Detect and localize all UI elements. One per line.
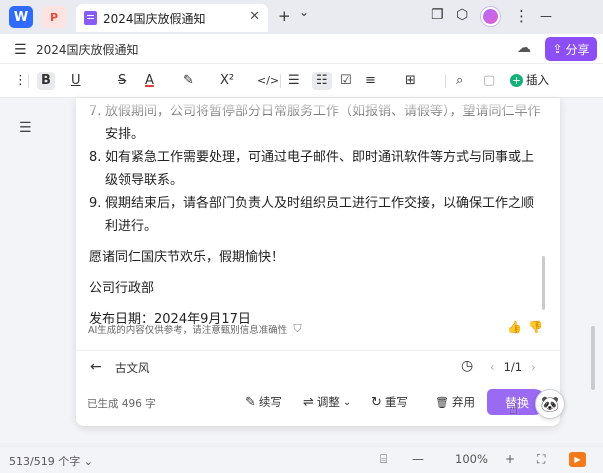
- status-bar: 513/519 个字 ⌄ ⌸ — 100% + ⛶ ▶: [0, 447, 603, 473]
- list-number: 9.: [89, 196, 102, 211]
- close-tab-icon[interactable]: ✕: [249, 9, 260, 24]
- panel-scrollbar[interactable]: [542, 256, 545, 310]
- word-count[interactable]: 513/519 个字 ⌄: [9, 453, 93, 469]
- top-fade: [76, 98, 560, 126]
- table-of-contents-icon[interactable]: ☰: [19, 120, 32, 136]
- ordered-list-button[interactable]: ☷: [312, 72, 332, 90]
- continue-writing-button[interactable]: ✎ 续写: [245, 394, 282, 410]
- wps-app-icon[interactable]: W: [9, 6, 33, 28]
- highlight-button[interactable]: ✎: [183, 72, 194, 90]
- checkbox-button[interactable]: ☑: [340, 72, 352, 90]
- document-body[interactable]: 7. 放假期间，公司将暂停部分日常服务工作（如报销、请假等），望请同仁早作安排。…: [89, 100, 543, 331]
- continue-label: 续写: [258, 395, 282, 409]
- bullet-list-button[interactable]: ☰: [288, 72, 300, 90]
- cloud-sync-icon[interactable]: ☁: [517, 40, 531, 56]
- formatting-toolbar: ⋮ B U S̶ A ✎ X² </> ☰ ☷ ☑ ≡ ⊞ ⌕ ▢ + 插入: [0, 64, 603, 98]
- underline-button[interactable]: U: [71, 72, 81, 90]
- thumbs-up-icon[interactable]: 👍: [507, 320, 522, 334]
- list-item: 8. 如有紧急工作需要处理，可通过电子邮件、即时通讯软件等方式与同事或上级领导联…: [89, 146, 543, 192]
- ai-assistant-mascot-icon[interactable]: 🐼: [535, 389, 565, 419]
- zoom-out-icon[interactable]: —: [412, 452, 424, 466]
- search-icon[interactable]: ⌕: [456, 72, 463, 90]
- layout-icon[interactable]: ⌸: [380, 452, 387, 467]
- list-text: 如有紧急工作需要处理，可通过电子邮件、即时通讯软件等方式与同事或上级领导联系。: [105, 150, 535, 188]
- video-app-icon[interactable]: ▶: [569, 452, 586, 467]
- rewrite-button[interactable]: ↻ 重写: [371, 394, 408, 410]
- pdf-app-icon[interactable]: P: [42, 6, 66, 28]
- fit-page-icon[interactable]: ⛶: [537, 452, 545, 467]
- bold-button[interactable]: B: [37, 72, 55, 90]
- page-indicator: 1/1: [503, 360, 523, 374]
- document-scrollbar[interactable]: [591, 326, 595, 390]
- chevron-down-icon: ⌄: [342, 396, 352, 408]
- title-row: ☰ 2024国庆放假通知 ☁ ⇪ 分享: [0, 34, 603, 64]
- avatar[interactable]: [481, 7, 500, 26]
- share-icon: ⇪: [552, 42, 563, 56]
- insert-label: 插入: [526, 73, 549, 87]
- tab-bar: W P 2024国庆放假通知 ✕ + ⌄ ❐ ⬡ ⋮ —: [0, 0, 603, 34]
- refresh-icon: ↻: [371, 394, 382, 410]
- window-icon[interactable]: ❐: [431, 7, 444, 23]
- more-menu-icon[interactable]: ⋮: [14, 72, 27, 90]
- result-pager: ‹ 1/1 ›: [490, 360, 536, 374]
- thumbs-down-icon[interactable]: 👎: [528, 320, 543, 334]
- list-item: 9. 假期结束后，请各部门负责人及时组织员工进行工作交接，以确保工作之顺利进行。: [89, 192, 543, 238]
- document-page: 7. 放假期间，公司将暂停部分日常服务工作（如报销、请假等），望请同仁早作安排。…: [76, 98, 560, 426]
- mascot-face: 🐼: [540, 395, 560, 413]
- tab-title: 2024国庆放假通知: [103, 12, 206, 26]
- more-options-icon[interactable]: ⋮: [514, 7, 529, 25]
- closing-paragraph: 愿诸同仁国庆节欢乐，假期愉快！: [89, 250, 285, 265]
- discard-button[interactable]: 🗑 弃用: [435, 394, 475, 410]
- minimize-icon[interactable]: —: [540, 9, 552, 23]
- toolbar-divider: [280, 74, 281, 88]
- adjust-label: 调整: [316, 395, 340, 409]
- sliders-icon: ⇌: [303, 394, 314, 410]
- list-text: 假期结束后，请各部门负责人及时组织员工进行工作交接，以确保工作之顺利进行。: [105, 196, 535, 234]
- document-title[interactable]: 2024国庆放假通知: [36, 41, 139, 58]
- rewrite-label: 重写: [384, 395, 408, 409]
- cube-icon[interactable]: ⬡: [456, 7, 468, 23]
- new-tab-icon[interactable]: +: [278, 7, 291, 25]
- code-button[interactable]: </>: [257, 72, 279, 90]
- strikethrough-button[interactable]: S̶: [118, 72, 126, 90]
- menu-icon[interactable]: ☰: [14, 42, 27, 58]
- shield-icon[interactable]: ⛉: [293, 322, 301, 336]
- history-icon[interactable]: ◷: [461, 358, 473, 374]
- adjust-button[interactable]: ⇌ 调整 ⌄: [303, 394, 351, 410]
- zoom-level[interactable]: 100%: [455, 452, 488, 466]
- ai-disclaimer: AI生成的内容仅供参考，请注意甄别信息准确性 ⛉: [88, 322, 302, 336]
- generated-count: 已生成 496 字: [87, 398, 156, 410]
- insert-button[interactable]: + 插入: [510, 72, 549, 88]
- document-area: ☰ 7. 放假期间，公司将暂停部分日常服务工作（如报销、请假等），望请同仁早作安…: [0, 98, 603, 443]
- plus-icon: +: [510, 73, 523, 87]
- align-button[interactable]: ≡: [365, 72, 376, 90]
- share-label: 分享: [565, 42, 590, 57]
- zoom-in-icon[interactable]: +: [505, 452, 515, 466]
- style-name: 古文风: [115, 361, 150, 375]
- superscript-button[interactable]: X²: [220, 72, 234, 90]
- ai-style-row: ← 古文风 ◷ ‹ 1/1 ›: [76, 350, 560, 384]
- signature-paragraph: 公司行政部: [89, 281, 155, 296]
- trash-icon: 🗑: [435, 395, 449, 409]
- table-button[interactable]: ⊞: [405, 72, 416, 90]
- toolbar-divider: [445, 74, 446, 88]
- tab-dropdown-icon[interactable]: ⌄: [299, 5, 309, 19]
- share-button[interactable]: ⇪ 分享: [545, 37, 597, 61]
- discard-label: 弃用: [451, 395, 475, 409]
- prev-result-icon[interactable]: ‹: [490, 360, 495, 374]
- hand-cursor-icon: ☝: [509, 400, 519, 418]
- document-icon: [84, 11, 97, 25]
- ai-disclaimer-text: AI生成的内容仅供参考，请注意甄别信息准确性: [88, 325, 288, 336]
- list-number: 8.: [89, 150, 102, 165]
- toolbar-divider: [28, 74, 29, 88]
- ai-action-row: 已生成 496 字 ✎ 续写 ⇌ 调整 ⌄ ↻ 重写 🗑 弃用 替换 ☝: [76, 386, 560, 420]
- comment-icon[interactable]: ▢: [483, 72, 495, 90]
- pen-icon: ✎: [245, 394, 256, 410]
- font-color-button[interactable]: A: [145, 72, 154, 90]
- next-result-icon[interactable]: ›: [531, 360, 536, 374]
- tab-document[interactable]: 2024国庆放假通知 ✕: [76, 4, 268, 32]
- back-arrow-icon[interactable]: ←: [90, 359, 102, 375]
